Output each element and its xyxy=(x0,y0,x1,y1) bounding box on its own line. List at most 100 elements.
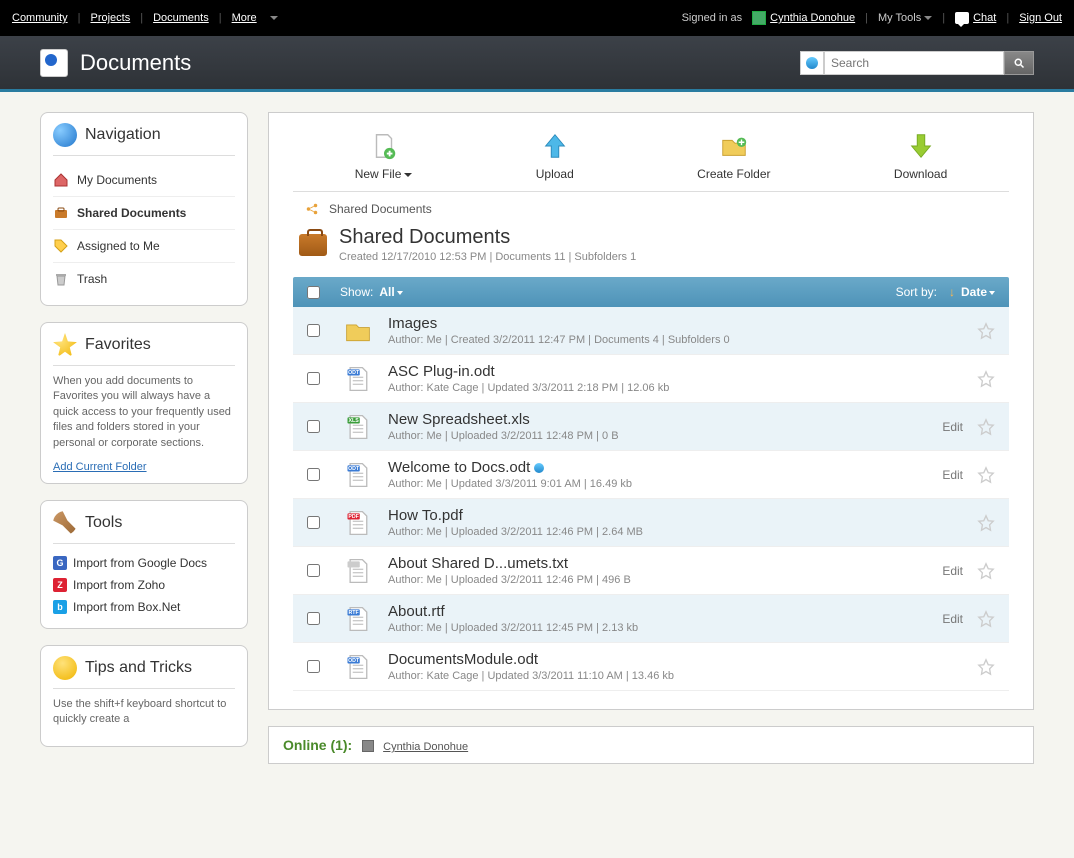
file-name[interactable]: Welcome to Docs.odt xyxy=(388,459,942,476)
file-row[interactable]: ODT DocumentsModule.odt Author: Kate Cage … xyxy=(293,643,1009,691)
file-row[interactable]: PDFHow To.pdfAuthor: Me | Uploaded 3/2/2… xyxy=(293,499,1009,547)
file-name[interactable]: About.rtf xyxy=(388,603,942,620)
my-tools-menu[interactable]: My Tools xyxy=(878,12,932,24)
star-icon xyxy=(977,658,995,676)
sidebar-item-trash[interactable]: Trash xyxy=(53,263,235,295)
favorite-toggle[interactable] xyxy=(977,562,995,580)
add-current-folder-link[interactable]: Add Current Folder xyxy=(53,461,147,473)
breadcrumb-label[interactable]: Shared Documents xyxy=(329,202,432,216)
tool-label: Import from Box.Net xyxy=(73,600,180,614)
navigation-panel: Navigation My DocumentsShared DocumentsA… xyxy=(40,112,248,306)
file-row[interactable]: ImagesAuthor: Me | Created 3/2/2011 12:4… xyxy=(293,307,1009,355)
file-meta: Author: Me | Uploaded 3/2/2011 12:46 PM … xyxy=(388,526,977,538)
toolbar-download[interactable]: Download xyxy=(894,131,947,181)
row-checkbox[interactable] xyxy=(307,612,320,625)
row-checkbox[interactable] xyxy=(307,372,320,385)
favorite-toggle[interactable] xyxy=(977,658,995,676)
download-icon xyxy=(906,131,936,161)
star-icon xyxy=(977,322,995,340)
show-label: Show: xyxy=(340,285,373,299)
trash-icon xyxy=(53,271,69,287)
file-name[interactable]: How To.pdf xyxy=(388,507,977,524)
file-meta: Author: Me | Uploaded 3/2/2011 12:45 PM … xyxy=(388,622,942,634)
favorite-toggle[interactable] xyxy=(977,610,995,628)
topbar-link-community[interactable]: Community xyxy=(12,12,68,24)
file-row[interactable]: About Shared D...umets.txtAuthor: Me | U… xyxy=(293,547,1009,595)
sidebar-item-my-documents[interactable]: My Documents xyxy=(53,164,235,197)
page-title: Documents xyxy=(80,50,191,76)
show-filter[interactable]: All xyxy=(379,285,402,299)
file-icon: ODT xyxy=(344,461,372,489)
favorite-toggle[interactable] xyxy=(977,418,995,436)
chat-link[interactable]: Chat xyxy=(955,12,996,24)
svg-text:ODT: ODT xyxy=(348,465,360,471)
edit-link[interactable]: Edit xyxy=(942,564,963,578)
user-link[interactable]: Cynthia Donohue xyxy=(752,11,855,25)
sign-out-link[interactable]: Sign Out xyxy=(1019,12,1062,24)
edit-link[interactable]: Edit xyxy=(942,612,963,626)
favorite-toggle[interactable] xyxy=(977,514,995,532)
file-meta: Author: Kate Cage | Updated 3/3/2011 2:1… xyxy=(388,382,977,394)
file-icon xyxy=(344,557,372,585)
file-row[interactable]: XLSNew Spreadsheet.xlsAuthor: Me | Uploa… xyxy=(293,403,1009,451)
file-name[interactable]: ASC Plug-in.odt xyxy=(388,363,977,380)
toolbar-upload[interactable]: Upload xyxy=(536,131,574,181)
briefcase-icon xyxy=(53,205,69,221)
sidebar-item-shared-documents[interactable]: Shared Documents xyxy=(53,197,235,230)
file-name[interactable]: About Shared D...umets.txt xyxy=(388,555,942,572)
newfolder-icon xyxy=(719,131,749,161)
file-row[interactable]: RTF About.rtf Author: Me | Uploaded 3/2/20… xyxy=(293,595,1009,643)
tool-import-from-google-docs[interactable]: GImport from Google Docs xyxy=(53,552,235,574)
topbar-link-projects[interactable]: Projects xyxy=(90,12,130,24)
sidebar-item-label: My Documents xyxy=(77,173,157,187)
file-row[interactable]: ODTWelcome to Docs.odtAuthor: Me | Updat… xyxy=(293,451,1009,499)
scope-selector[interactable] xyxy=(800,51,824,75)
file-name[interactable]: DocumentsModule.odt xyxy=(388,651,977,668)
online-user-link[interactable]: Cynthia Donohue xyxy=(383,741,468,753)
content-area: New File Upload Create Folder Download Shar… xyxy=(268,112,1034,710)
tips-title: Tips and Tricks xyxy=(85,659,192,677)
chevron-down-icon xyxy=(397,291,403,295)
sort-direction-icon[interactable]: ↓ xyxy=(949,285,955,299)
file-icon: ODT xyxy=(344,653,372,681)
select-all-checkbox[interactable] xyxy=(307,286,320,299)
svg-text:RTF: RTF xyxy=(349,609,360,615)
row-checkbox[interactable] xyxy=(307,564,320,577)
star-icon xyxy=(977,610,995,628)
sort-field[interactable]: Date xyxy=(961,285,995,299)
folder-meta: Created 12/17/2010 12:53 PM | Documents … xyxy=(339,251,636,263)
file-name[interactable]: New Spreadsheet.xls xyxy=(388,411,942,428)
toolbar-new-file[interactable]: New File xyxy=(355,131,413,181)
row-checkbox[interactable] xyxy=(307,516,320,529)
row-checkbox[interactable] xyxy=(307,660,320,673)
tool-import-from-box-net[interactable]: bImport from Box.Net xyxy=(53,596,235,618)
header: Documents xyxy=(0,36,1074,92)
home-icon xyxy=(53,172,69,188)
tool-label: Import from Google Docs xyxy=(73,556,207,570)
favorites-title: Favorites xyxy=(85,336,151,354)
favorite-toggle[interactable] xyxy=(977,466,995,484)
toolbar-create-folder[interactable]: Create Folder xyxy=(697,131,770,181)
file-name[interactable]: Images xyxy=(388,315,977,332)
search-button[interactable] xyxy=(1004,51,1034,75)
tool-import-from-zoho[interactable]: ZImport from Zoho xyxy=(53,574,235,596)
folder-icon xyxy=(344,317,372,345)
row-checkbox[interactable] xyxy=(307,324,320,337)
favorite-toggle[interactable] xyxy=(977,322,995,340)
sort-label: Sort by: xyxy=(896,285,937,299)
row-checkbox[interactable] xyxy=(307,420,320,433)
favorite-toggle[interactable] xyxy=(977,370,995,388)
edit-link[interactable]: Edit xyxy=(942,420,963,434)
file-meta: Author: Kate Cage | Updated 3/3/2011 11:… xyxy=(388,670,977,682)
sidebar-item-assigned-to-me[interactable]: Assigned to Me xyxy=(53,230,235,263)
search-input[interactable] xyxy=(824,51,1004,75)
edit-link[interactable]: Edit xyxy=(942,468,963,482)
topbar-link-documents[interactable]: Documents xyxy=(153,12,209,24)
row-checkbox[interactable] xyxy=(307,468,320,481)
breadcrumb: Shared Documents xyxy=(305,202,1009,216)
file-row[interactable]: ODTASC Plug-in.odtAuthor: Kate Cage | Up… xyxy=(293,355,1009,403)
topbar-link-more[interactable]: More xyxy=(232,12,257,24)
chat-icon xyxy=(955,12,969,24)
sidebar-item-label: Assigned to Me xyxy=(77,239,160,253)
chevron-down-icon xyxy=(270,16,278,20)
